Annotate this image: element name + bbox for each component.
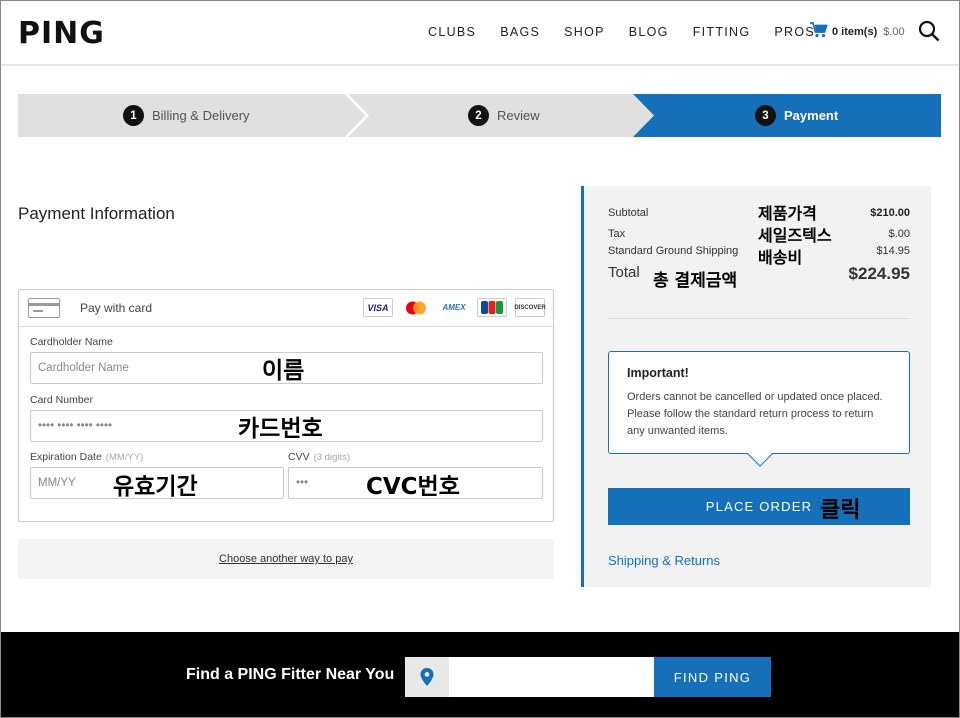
annotation-click: 클릭 bbox=[820, 498, 861, 523]
subtotal-value: $210.00 bbox=[870, 207, 910, 219]
choose-another-way-link[interactable]: Choose another way to pay bbox=[219, 553, 353, 565]
amex-icon: AMEX bbox=[439, 298, 469, 317]
jcb-icon bbox=[477, 298, 507, 317]
cvv-hint: (3 digits) bbox=[313, 452, 351, 463]
total-label: Total bbox=[608, 264, 640, 281]
card-brands: VISA AMEX DISCOVER bbox=[363, 298, 546, 317]
step-payment-number: 3 bbox=[755, 105, 776, 126]
total-value: $224.95 bbox=[848, 264, 910, 283]
cart-link[interactable]: 0 item(s) $.00 bbox=[810, 22, 905, 41]
expiration-label-text: Expiration Date bbox=[30, 451, 102, 463]
payment-title: Payment Information bbox=[18, 204, 175, 223]
card-panel-header: Pay with card VISA AMEX DISCOVER bbox=[19, 290, 553, 327]
annotation-shipping: 배송비 bbox=[758, 248, 803, 267]
shipping-returns-link[interactable]: Shipping & Returns bbox=[608, 553, 720, 568]
summary-divider bbox=[608, 318, 910, 319]
nav-blog[interactable]: BLOG bbox=[629, 25, 669, 39]
visa-icon: VISA bbox=[363, 298, 393, 317]
step-review-number: 2 bbox=[468, 105, 489, 126]
annotation-tax: 세일즈텍스 bbox=[758, 226, 832, 245]
note-title: Important! bbox=[627, 366, 689, 380]
nav-bags[interactable]: BAGS bbox=[500, 25, 540, 39]
fitter-footer: Find a PING Fitter Near You FIND PING bbox=[0, 632, 960, 718]
step-billing-number: 1 bbox=[123, 105, 144, 126]
fitter-location-input[interactable] bbox=[449, 657, 654, 697]
shipping-value: $14.95 bbox=[876, 245, 910, 257]
annotation-expiration: 유효기간 bbox=[113, 474, 198, 500]
nav-pros[interactable]: PROS bbox=[774, 25, 815, 39]
annotation-price: 제품가격 bbox=[758, 204, 817, 223]
step-billing-label: Billing & Delivery bbox=[152, 108, 250, 123]
note-text: Orders cannot be cancelled or updated on… bbox=[627, 391, 883, 437]
step-payment: 3 Payment bbox=[755, 94, 838, 137]
expiration-label: Expiration Date (MM/YY) bbox=[30, 451, 143, 463]
nav-clubs[interactable]: CLUBS bbox=[428, 25, 476, 39]
annotation-card-number: 카드번호 bbox=[238, 416, 323, 442]
annotation-total: 총 결제금액 bbox=[653, 271, 738, 291]
ping-logo[interactable]: PING bbox=[18, 16, 105, 51]
annotation-name: 이름 bbox=[262, 358, 305, 384]
important-note: Important! Orders cannot be cancelled or… bbox=[608, 351, 910, 467]
mastercard-icon bbox=[401, 298, 431, 317]
tax-value: $.00 bbox=[888, 228, 910, 240]
cart-count: 0 item(s) bbox=[832, 25, 878, 38]
expiration-hint: (MM/YY) bbox=[105, 452, 144, 463]
find-ping-button[interactable]: FIND PING bbox=[654, 657, 771, 697]
place-order-button[interactable]: PLACE ORDER bbox=[608, 488, 910, 525]
discover-icon: DISCOVER bbox=[514, 298, 546, 317]
step-review[interactable]: 2 Review bbox=[468, 94, 540, 137]
note-caret bbox=[747, 441, 773, 467]
cvv-label: CVV (3 digits) bbox=[288, 451, 350, 463]
nav-fitting[interactable]: FITTING bbox=[693, 25, 751, 39]
pay-with-card-label: Pay with card bbox=[80, 301, 153, 315]
card-payment-panel: Pay with card VISA AMEX DISCOVER Cardhol… bbox=[18, 289, 554, 522]
cart-icon bbox=[810, 22, 828, 41]
nav-shop[interactable]: SHOP bbox=[564, 25, 605, 39]
main-nav: CLUBS BAGS SHOP BLOG FITTING PROS bbox=[428, 25, 839, 39]
search-icon[interactable] bbox=[918, 20, 942, 44]
order-summary: Subtotal $210.00 Tax $.00 Standard Groun… bbox=[581, 186, 931, 587]
subtotal-label: Subtotal bbox=[608, 207, 649, 219]
checkout-steps: 1 Billing & Delivery 2 Review 3 Payment bbox=[18, 94, 941, 137]
step-payment-label: Payment bbox=[784, 108, 839, 123]
tax-label: Tax bbox=[608, 228, 626, 240]
cart-total: $.00 bbox=[883, 25, 905, 38]
alt-pay-bar: Choose another way to pay bbox=[18, 539, 554, 579]
step-billing[interactable]: 1 Billing & Delivery bbox=[123, 94, 250, 137]
step-review-label: Review bbox=[497, 108, 540, 123]
footer-heading: Find a PING Fitter Near You bbox=[186, 666, 395, 683]
card-number-label: Card Number bbox=[30, 394, 94, 406]
location-pin-icon bbox=[405, 657, 449, 697]
shipping-label: Standard Ground Shipping bbox=[608, 245, 739, 257]
cardholder-label: Cardholder Name bbox=[30, 336, 113, 348]
credit-card-icon bbox=[28, 298, 60, 318]
annotation-cvc: CVC번호 bbox=[366, 474, 460, 500]
cvv-label-text: CVV bbox=[288, 451, 310, 463]
site-header: PING CLUBS BAGS SHOP BLOG FITTING PROS 0… bbox=[0, 0, 960, 66]
